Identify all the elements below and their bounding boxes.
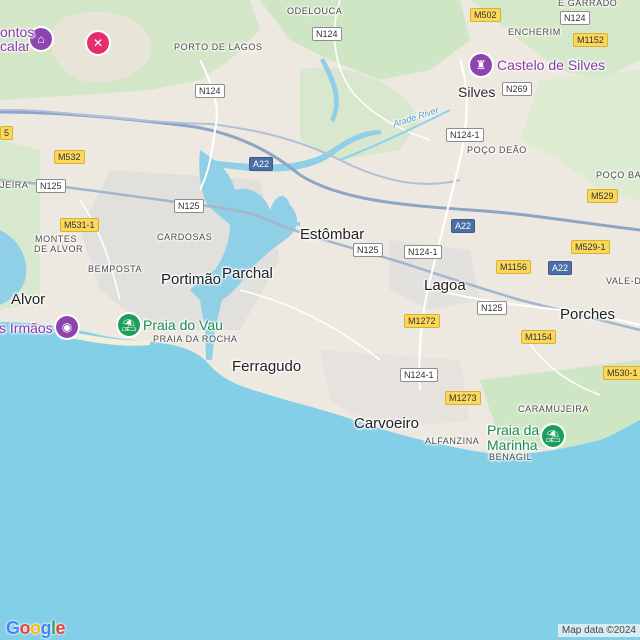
poi-praia-da-marinha-pin[interactable]: ⛱ xyxy=(542,425,564,447)
label-estombar: Estômbar xyxy=(300,226,365,243)
shield-m530-1: M530-1 xyxy=(603,366,640,380)
shield-n124-1-a: N124-1 xyxy=(446,128,484,142)
shield-n124-1-c: N124-1 xyxy=(400,368,438,382)
label-montes-calar[interactable]: ontos xyxy=(0,24,34,40)
shield-n125-d: N125 xyxy=(477,301,507,315)
label-praia-da-marinha-1[interactable]: Praia da xyxy=(487,422,539,438)
shield-m1273: M1273 xyxy=(445,391,481,405)
poi-tres-irmaos-pin[interactable]: ◉ xyxy=(56,316,78,338)
shield-m1156: M1156 xyxy=(496,260,531,274)
shield-m529: M529 xyxy=(587,189,618,203)
label-montes: MONTES xyxy=(35,234,78,244)
shield-m531-1: M531-1 xyxy=(60,218,99,232)
label-castelo-de-silves[interactable]: Castelo de Silves xyxy=(497,57,605,73)
shield-n124-a: N124 xyxy=(312,27,342,41)
label-lagoa: Lagoa xyxy=(424,277,466,294)
shield-m1152: M1152 xyxy=(573,33,608,47)
shield-m529-1: M529-1 xyxy=(571,240,610,254)
label-alvor: Alvor xyxy=(11,291,46,308)
castle-icon: ♜ xyxy=(475,58,487,72)
shield-edge-5: 5 xyxy=(0,126,14,140)
label-praia-da-rocha: PRAIA DA ROCHA xyxy=(153,334,238,344)
poi-activity-pin[interactable]: ✕ xyxy=(87,32,109,54)
shield-a22-c: A22 xyxy=(548,261,573,275)
label-poco-barreto: POÇO BAR xyxy=(596,170,640,180)
shield-m1154: M1154 xyxy=(521,330,556,344)
shield-n125-b: N125 xyxy=(174,199,204,213)
shield-n125-a: N125 xyxy=(36,179,66,193)
label-ferragudo: Ferragudo xyxy=(232,358,302,375)
shield-a22-a: A22 xyxy=(249,157,274,171)
camera-icon: ◉ xyxy=(61,320,73,334)
shield-m1272: M1272 xyxy=(404,314,440,328)
poi-castelo-de-silves-pin[interactable]: ♜ xyxy=(470,54,492,76)
beach-icon: ⛱ xyxy=(545,429,561,443)
label-tres-irmaos[interactable]: s Irmãos xyxy=(0,320,53,336)
map-canvas[interactable]: ODELOUCA PORTO DE LAGOS Silves ENCHERIM … xyxy=(0,0,640,640)
beach-icon: ⛱ xyxy=(121,318,137,332)
label-cardosas: CARDOSAS xyxy=(157,232,213,242)
label-vale-de: VALE-DE xyxy=(606,276,640,286)
shield-n269: N269 xyxy=(502,82,532,96)
shield-n124-b: N124 xyxy=(195,84,225,98)
label-carvoeiro: Carvoeiro xyxy=(354,415,420,432)
poi-praia-do-vau-pin[interactable]: ⛱ xyxy=(118,314,140,336)
label-bemposta: BEMPOSTA xyxy=(88,264,143,274)
label-jeira: JEIRA xyxy=(0,180,29,190)
shield-m502: M502 xyxy=(470,8,501,22)
shield-n125-c: N125 xyxy=(353,243,383,257)
label-silves: Silves xyxy=(458,84,496,100)
shield-n124-top: N124 xyxy=(560,11,590,25)
shield-n124-1-b: N124-1 xyxy=(404,245,442,259)
shield-m532: M532 xyxy=(54,150,85,164)
label-de-alvor: DE ALVOR xyxy=(34,244,84,254)
label-calar: calar xyxy=(0,38,31,54)
label-parchal: Parchal xyxy=(222,265,273,282)
label-odelouca: ODELOUCA xyxy=(287,6,343,16)
label-caramujeira: CARAMUJEIRA xyxy=(518,404,590,414)
label-poco-deao: POÇO DEÃO xyxy=(467,145,527,155)
label-porches: Porches xyxy=(560,306,616,323)
shield-a22-b: A22 xyxy=(451,219,476,233)
label-praia-da-marinha-2[interactable]: Marinha xyxy=(487,437,538,453)
label-alfanzina: ALFANZINA xyxy=(425,436,480,446)
label-porto-de-lagos: PORTO DE LAGOS xyxy=(174,42,263,52)
label-benagil: BENAGIL xyxy=(489,452,533,462)
label-encherim: ENCHERIM xyxy=(508,27,561,37)
museum-icon: ⌂ xyxy=(37,32,45,46)
map-base-layer xyxy=(0,0,640,640)
tools-icon: ✕ xyxy=(92,36,104,50)
map-copyright[interactable]: Map data ©2024 xyxy=(557,624,640,637)
label-praia-do-vau[interactable]: Praia do Vau xyxy=(143,317,223,333)
label-portimao: Portimão xyxy=(161,271,222,288)
google-logo: Google xyxy=(6,618,66,638)
label-e-garrado: E GARRADO xyxy=(558,0,618,8)
